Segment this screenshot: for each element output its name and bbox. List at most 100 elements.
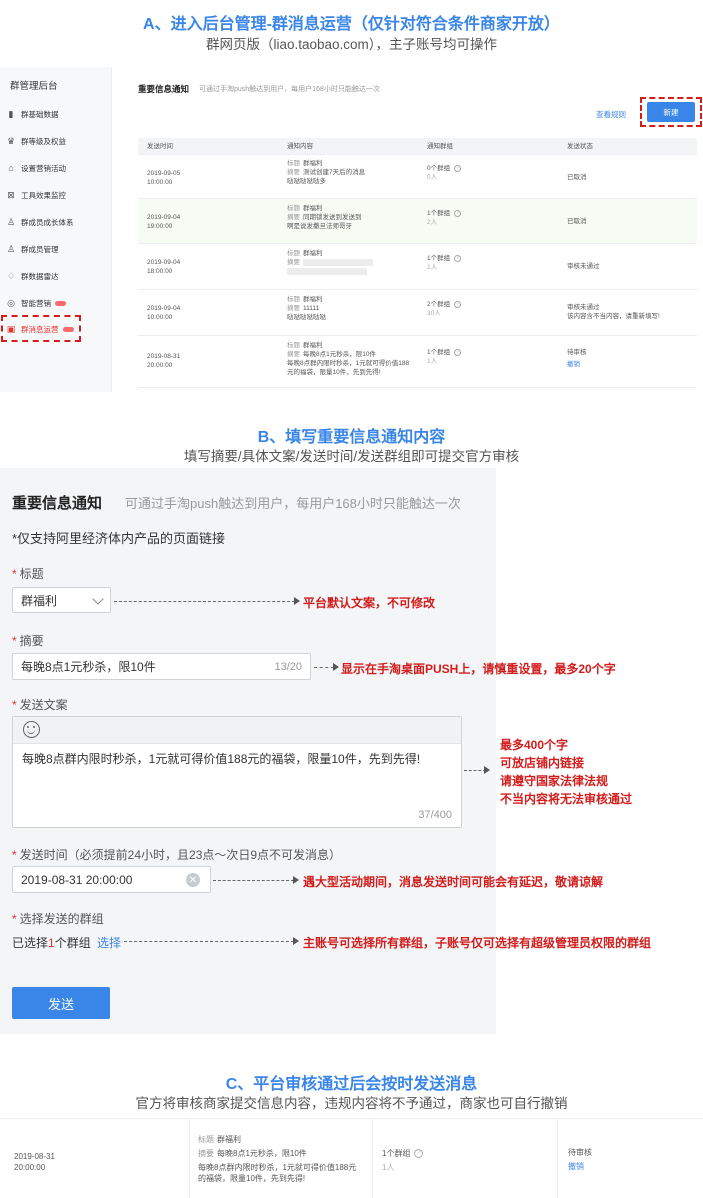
sidebar-item-label: 群成员成长体系 (21, 217, 74, 227)
sidebar-item-members[interactable]: ♙ 群成员管理 (6, 239, 106, 259)
sidebar-item-label: 群成员管理 (21, 244, 59, 254)
status-text: 已取消 (567, 174, 587, 181)
sidebar-item-label: 工具效果监控 (21, 190, 66, 200)
sidebar-header: 群管理后台 (10, 81, 58, 92)
sidebar-item-smart-marketing[interactable]: ◎ 智能营销 (6, 293, 106, 313)
row-title: 群福利 (217, 1135, 241, 1144)
help-icon[interactable]: ? (454, 164, 462, 172)
member-count: 30人 (427, 310, 441, 317)
sidebar-item-monitor[interactable]: ⊠ 工具效果监控 (6, 185, 106, 205)
row-title: 群福利 (303, 205, 323, 212)
title-field-label: * 标题 (12, 567, 44, 581)
send-time: 20:00:00 (14, 1163, 46, 1172)
row-body: 哒哒哒哒哒多 (287, 178, 326, 185)
status-text: 已取消 (567, 218, 587, 225)
emoji-icon[interactable] (23, 721, 40, 738)
revoke-link[interactable]: 撤销 (567, 360, 692, 369)
summary-label: 摘要 (287, 351, 300, 358)
sidebar-item-label: 设置营销活动 (21, 163, 66, 173)
radar-icon: ♢ (6, 270, 16, 281)
crown-icon: ♛ (6, 135, 16, 146)
chevron-down-icon (92, 593, 104, 605)
form-title: 重要信息通知 (12, 495, 103, 512)
help-icon[interactable]: ? (454, 254, 462, 262)
arrow-right-icon (293, 876, 299, 884)
sidebar-item-level[interactable]: ♛ 群等级及权益 (6, 131, 106, 151)
annotation-line (314, 667, 334, 668)
select-group-link[interactable]: 选择 (97, 934, 121, 951)
row-summary: 每晚8点1元秒杀，限10件 (303, 351, 376, 358)
row-body: 每晚8点群内限时秒杀，1元就可得价值188元的福袋，限量10件，先到先得! (198, 1163, 357, 1183)
view-rules-link[interactable]: 查看规则 (596, 109, 626, 120)
table-row: 2019-09-04 19:00:00 标题 群福利 摘要 同期锁发送到发送到 啊是… (138, 199, 697, 244)
summary-label: 摘要 (287, 214, 300, 221)
group-count: 1个群组 (427, 255, 451, 262)
sidebar-item-label: 群数据雷达 (21, 271, 59, 281)
title-label: 标题 (287, 296, 300, 303)
sidebar-item-growth[interactable]: ♙ 群成员成长体系 (6, 212, 106, 232)
page-title: 重要信息通知 (138, 84, 190, 94)
column-header: 通知群组 (427, 143, 453, 150)
table-row: 2019-09-04 10:00:00 标题 群福利 摘要 11111 哒哒哒哒哒哒… (138, 290, 697, 336)
result-table: 2019-08-31 20:00:00 标题 群福利 摘要 每晚8点1元秒杀，限10… (0, 1118, 703, 1198)
title-label: 标题 (198, 1135, 214, 1144)
admin-panel: 群管理后台 ▮ 群基础数据 ♛ 群等级及权益 ⌂ 设置营销活动 ⊠ 工具效果监控… (0, 67, 703, 392)
row-summary: 同期锁发送到发送到 (303, 214, 362, 221)
row-body: 每晚8点群内限时秒杀，1元就可得价值188元的福袋，限量10件，先到先得! (287, 360, 410, 376)
title-label: 标题 (287, 205, 300, 212)
send-time-input[interactable]: 2019-08-31 20:00:00 ✕ (12, 866, 211, 893)
required-mark: * (12, 567, 17, 581)
clear-icon[interactable]: ✕ (186, 873, 200, 887)
section-b-title: B、填写重要信息通知内容 (257, 429, 446, 446)
send-time: 20:00:00 (147, 362, 173, 369)
group-count: 1个群组 (382, 1149, 411, 1158)
table-row: 2019-08-31 20:00:00 标题 群福利 摘要 每晚8点1元秒杀，限10… (138, 336, 697, 388)
member-count: 1人 (427, 358, 438, 365)
sidebar-item-radar[interactable]: ♢ 群数据雷达 (6, 266, 106, 286)
sidebar-item-marketing[interactable]: ⌂ 设置营销活动 (6, 158, 106, 178)
summary-label: 摘要 (287, 169, 300, 176)
sidebar-item-label: 群基础数据 (21, 109, 59, 119)
help-icon[interactable]: ? (414, 1149, 424, 1159)
row-title: 群福利 (303, 342, 323, 349)
group-count: 1个群组 (427, 210, 451, 217)
send-time-value: 2019-08-31 20:00:00 (21, 872, 133, 887)
table-row: 2019-09-05 10:00:00 标题 群福利 摘要 测试创建7天后的消息 哒… (138, 155, 697, 199)
send-date: 2019-09-04 (147, 305, 181, 312)
copy-textarea[interactable]: 每晚8点群内限时秒杀，1元就可得价值188元的福袋，限量10件，先到先得! 37… (12, 716, 462, 828)
sidebar-item-label: 群等级及权益 (21, 136, 66, 146)
summary-label: 摘要 (287, 305, 300, 312)
main-content: 重要信息通知 可通过手淘push触达到用户，每用户168小时只能触达一次 查看规… (120, 67, 703, 392)
send-date: 2019-09-05 (147, 170, 181, 177)
help-icon[interactable]: ? (454, 300, 462, 308)
user-growth-icon: ♙ (6, 216, 16, 227)
annotation-line (213, 880, 294, 881)
notification-table: 发送时间 通知内容 通知群组 发送状态 2019-09-05 10:00:00 … (138, 138, 697, 388)
title-annotation: 平台默认文案，不可修改 (303, 596, 436, 610)
revoke-link[interactable]: 撤销 (568, 1161, 592, 1172)
summary-label: 摘要 (198, 1149, 214, 1158)
required-mark: * (12, 634, 17, 648)
help-icon[interactable]: ? (454, 348, 462, 356)
column-header: 发送时间 (147, 143, 173, 150)
title-select[interactable]: 群福利 (12, 587, 111, 613)
arrow-right-icon (293, 937, 299, 945)
sidebar-item-basic-data[interactable]: ▮ 群基础数据 (6, 104, 106, 124)
section-c-title: C、平台审核通过后会按时发送消息 (225, 1076, 478, 1093)
bag-icon: ⌂ (8, 163, 14, 173)
user-icon: ♙ (6, 243, 16, 254)
group-count: 2个群组 (427, 301, 451, 308)
row-title: 群福利 (303, 296, 323, 303)
annotation-line (114, 601, 295, 602)
member-count: 1人 (427, 264, 438, 271)
row-summary: 11111 (303, 305, 320, 312)
member-count: 1人 (382, 1163, 395, 1172)
group-annotation: 主账号可选择所有群组，子账号仅可选择有超级管理员权限的群组 (303, 936, 652, 950)
help-icon[interactable]: ? (454, 209, 462, 217)
send-button[interactable]: 发送 (12, 987, 110, 1019)
send-date: 2019-08-31 (14, 1152, 55, 1161)
time-field-label: * 发送时间（必须提前24小时，且23点～次日9点不可发消息） (12, 848, 342, 862)
required-mark: * (12, 912, 17, 926)
summary-input[interactable]: 每晚8点1元秒杀，限10件 13/20 (12, 653, 311, 680)
arrow-right-icon (484, 766, 490, 774)
